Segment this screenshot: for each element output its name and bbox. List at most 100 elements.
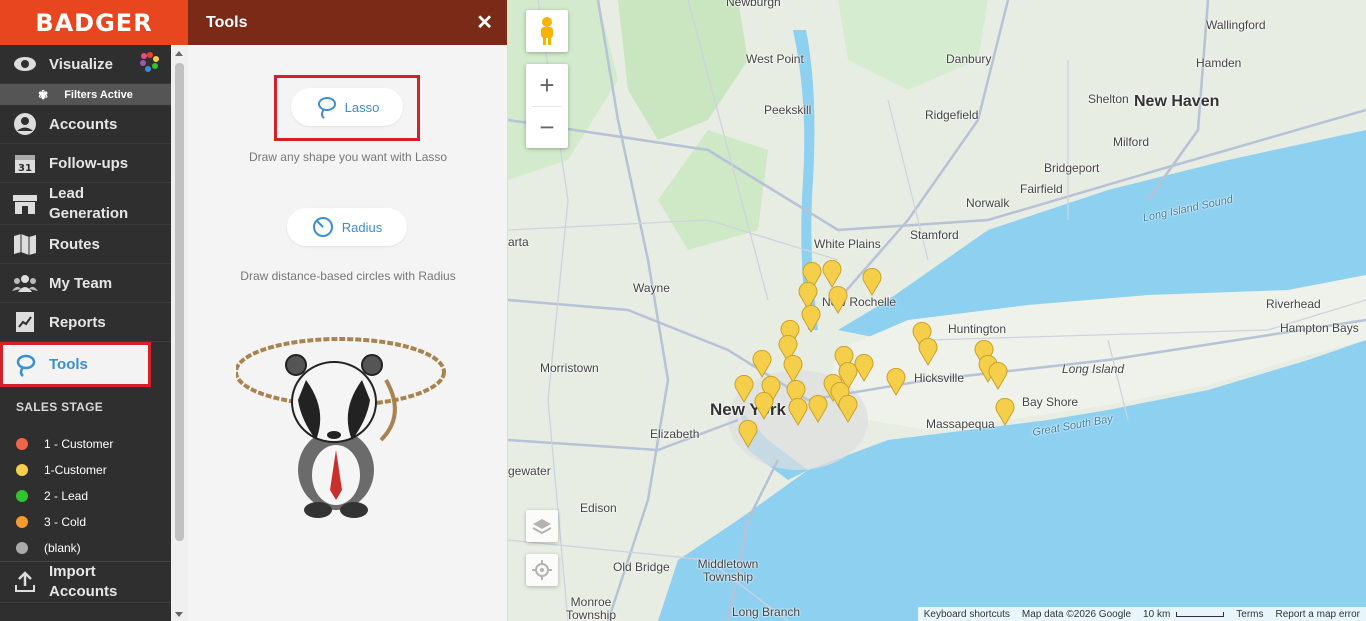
lasso-button[interactable]: Lasso: [291, 88, 403, 126]
report-map-error-link[interactable]: Report a map error: [1270, 609, 1366, 620]
sidebar-item-label: Visualize: [49, 55, 113, 73]
map-view[interactable]: Newburgh Danbury Wallingford Hamden West…: [508, 0, 1366, 621]
sidebar-item-label: My Team: [49, 274, 113, 292]
stage-color-dot: [16, 490, 28, 502]
user-circle-icon: [11, 112, 39, 136]
legend-item[interactable]: 2 - Lead: [0, 483, 171, 509]
legend-item[interactable]: 3 - Cold: [0, 509, 171, 535]
tools-panel: Tools ✕ Lasso Draw any shape you want wi…: [188, 0, 508, 621]
lasso-icon: [11, 353, 39, 377]
account-pin[interactable]: [734, 374, 754, 403]
sales-stage-legend: 1 - Customer 1-Customer 2 - Lead 3 - Col…: [0, 427, 171, 561]
map-label-hamden: Hamden: [1196, 56, 1242, 70]
sidebar-item-label: Follow-ups: [49, 154, 129, 172]
account-pin[interactable]: [918, 337, 938, 366]
map-label-long-island: Long Island: [1062, 362, 1125, 376]
map-label-new-haven: New Haven: [1134, 93, 1220, 110]
sidebar-item-tools[interactable]: Tools: [0, 342, 151, 387]
eye-icon: [11, 52, 39, 76]
account-pin[interactable]: [808, 394, 828, 423]
keyboard-shortcuts-link[interactable]: Keyboard shortcuts: [918, 609, 1016, 620]
map-label-morristown: Morristown: [540, 361, 599, 375]
terms-link[interactable]: Terms: [1230, 609, 1269, 620]
account-pin[interactable]: [828, 285, 848, 314]
map-label-gewater: gewater: [508, 464, 551, 478]
calendar-icon: 31: [11, 151, 39, 175]
street-view-pegman-button[interactable]: [526, 10, 568, 52]
sidebar-scrollbar[interactable]: [171, 45, 188, 621]
account-pin[interactable]: [988, 361, 1008, 390]
lasso-label: Lasso: [344, 99, 380, 115]
account-pin[interactable]: [822, 259, 842, 288]
account-pin[interactable]: [886, 367, 906, 396]
map-data-credit: Map data ©2026 Google: [1021, 608, 1132, 620]
sidebar-item-reports[interactable]: Reports: [0, 303, 171, 342]
account-pin[interactable]: [783, 354, 803, 383]
tools-panel-header: Tools ✕: [188, 0, 507, 45]
color-palette-icon[interactable]: [139, 51, 161, 77]
sidebar-item-my-team[interactable]: My Team: [0, 264, 171, 303]
radius-button[interactable]: Radius: [287, 208, 407, 246]
account-pin[interactable]: [738, 419, 758, 448]
map-label-fairfield: Fairfield: [1020, 182, 1063, 196]
account-pin[interactable]: [854, 353, 874, 382]
report-icon: [11, 310, 39, 334]
zoom-control: + −: [526, 64, 568, 148]
scroll-thumb[interactable]: [175, 63, 184, 541]
map-label-wallingford: Wallingford: [1206, 18, 1266, 32]
stage-label: 2 - Lead: [44, 489, 89, 503]
map-scale[interactable]: 10 km: [1137, 609, 1230, 620]
lasso-description: Draw any shape you want with Lasso: [248, 150, 448, 164]
map-canvas[interactable]: [508, 0, 1366, 621]
account-pin[interactable]: [838, 394, 858, 423]
filters-active-banner[interactable]: ✾ Filters Active: [0, 84, 171, 105]
sidebar-item-follow-ups[interactable]: 31 Follow-ups: [0, 144, 171, 183]
badger-logo[interactable]: BADGER: [0, 0, 188, 45]
sidebar-item-accounts[interactable]: Accounts: [0, 105, 171, 144]
sidebar-item-label: Reports: [49, 313, 106, 331]
atom-icon: ✾: [38, 87, 49, 102]
zoom-in-button[interactable]: +: [526, 64, 568, 106]
sidebar-item-import-accounts[interactable]: Import Accounts: [0, 561, 171, 603]
map-label-newburgh: Newburgh: [726, 0, 781, 9]
sidebar-item-lead-generation[interactable]: Lead Generation: [0, 183, 171, 225]
sidebar-item-routes[interactable]: Routes: [0, 225, 171, 264]
scroll-down-arrow-icon[interactable]: [175, 612, 183, 617]
legend-item[interactable]: 1 - Customer: [0, 431, 171, 457]
stage-label: 1 - Customer: [44, 437, 114, 451]
account-pin[interactable]: [862, 267, 882, 296]
my-location-button[interactable]: [526, 554, 558, 586]
logo-text: BADGER: [35, 8, 153, 37]
upload-icon: [11, 570, 39, 594]
stage-label: (blank): [44, 541, 81, 555]
map-label-old-bridge: Old Bridge: [613, 560, 670, 574]
map-label-stamford: Stamford: [910, 228, 959, 242]
map-label-bay-shore: Bay Shore: [1022, 395, 1079, 409]
badger-mascot-illustration: [236, 337, 446, 518]
account-pin[interactable]: [788, 397, 808, 426]
sales-stage-title: SALES STAGE: [16, 400, 104, 414]
pegman-icon: [541, 17, 553, 45]
map-label-hicksville: Hicksville: [914, 371, 965, 385]
scroll-up-arrow-icon[interactable]: [175, 51, 183, 56]
map-label-peekskill: Peekskill: [764, 103, 812, 117]
close-icon[interactable]: ✕: [476, 10, 493, 35]
account-pin[interactable]: [995, 397, 1015, 426]
scale-label: 10 km: [1143, 608, 1171, 620]
account-pin[interactable]: [752, 349, 772, 378]
filters-active-label: Filters Active: [64, 88, 133, 101]
panel-title: Tools: [206, 13, 248, 31]
radius-description: Draw distance-based circles with Radius: [240, 269, 456, 283]
legend-item[interactable]: 1-Customer: [0, 457, 171, 483]
radius-icon: [312, 217, 333, 237]
layers-button[interactable]: [526, 510, 558, 542]
team-icon: [11, 271, 39, 295]
map-label-white-plains: White Plains: [814, 237, 881, 251]
sidebar-item-label: Accounts: [49, 115, 118, 133]
zoom-out-button[interactable]: −: [526, 106, 568, 148]
map-label-west-point: West Point: [746, 52, 804, 66]
legend-item[interactable]: (blank): [0, 535, 171, 561]
sidebar-item-visualize[interactable]: Visualize: [0, 45, 171, 84]
account-pin[interactable]: [801, 304, 821, 333]
account-pin[interactable]: [754, 391, 774, 420]
